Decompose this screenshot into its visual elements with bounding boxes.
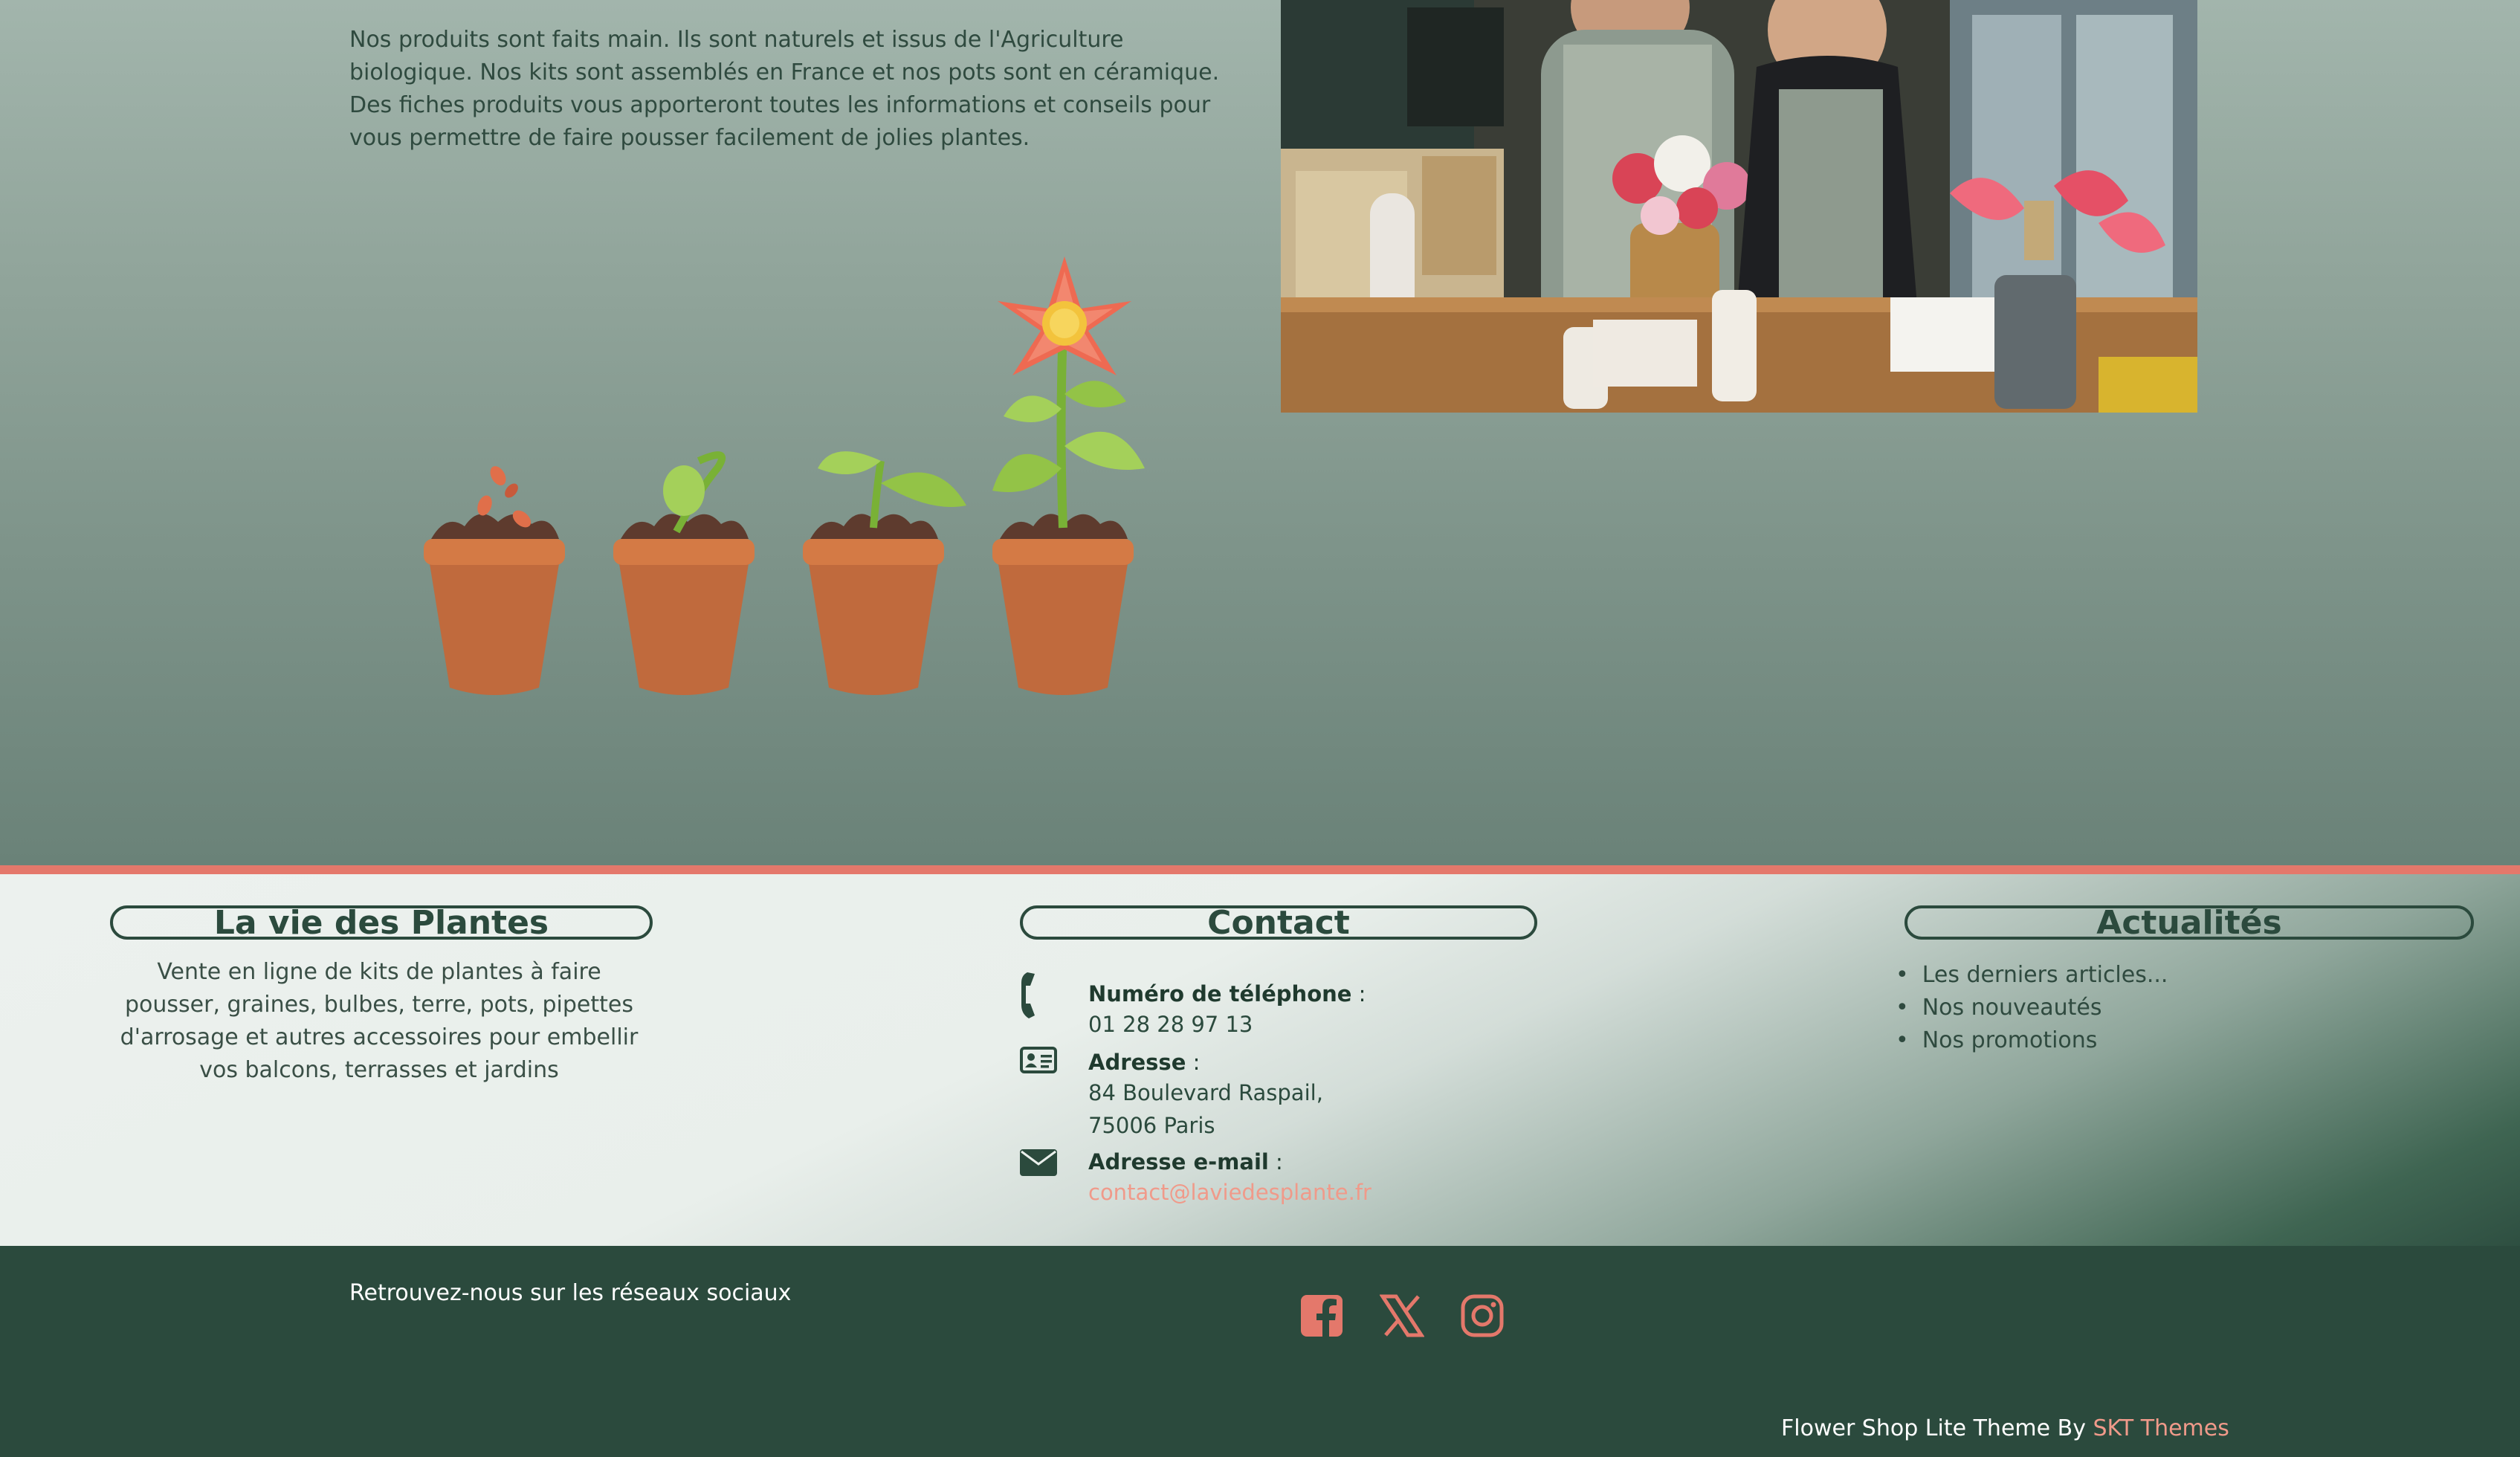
about-widget-text: Vente en ligne de kits de plantes à fair…: [120, 959, 639, 1083]
bottom-bar: Retrouvez-nous sur les réseaux sociaux F…: [0, 1246, 2520, 1457]
phone-label: Numéro de téléphone :: [1088, 981, 1366, 1007]
news-item-promotions[interactable]: Nos promotions: [1896, 1024, 2168, 1057]
intro-text: Nos produits sont faits main. Ils sont n…: [349, 24, 1227, 155]
pot-seeds: [424, 466, 565, 695]
pot-seedling: [803, 451, 966, 695]
about-widget-title: La vie des Plantes: [110, 905, 653, 940]
plant-growth-illustration: [424, 256, 1145, 695]
address-card-icon: [1020, 1047, 1057, 1073]
envelope-icon: [1020, 1149, 1057, 1176]
email-link[interactable]: contact@laviedesplante.fr: [1088, 1176, 1372, 1209]
email-label: Adresse e-mail :: [1088, 1149, 1283, 1175]
social-text: Retrouvez-nous sur les réseaux sociaux: [349, 1280, 792, 1306]
intro-paragraph-1: Nos produits sont faits main. Ils sont n…: [349, 27, 1220, 85]
address-line-1: 84 Boulevard Raspail,: [1088, 1080, 1323, 1105]
contact-widget-title: Contact: [1020, 905, 1537, 940]
news-item-latest-articles[interactable]: Les derniers articles...: [1896, 959, 2168, 992]
news-widget-title: Actualités: [1904, 905, 2474, 940]
theme-credits: Flower Shop Lite Theme By SKT Themes: [1781, 1415, 2229, 1441]
phone-icon: [1021, 972, 1035, 1018]
phone-value: 01 28 28 97 13: [1088, 1012, 1253, 1037]
credits-prefix: Flower Shop Lite Theme By: [1781, 1415, 2086, 1441]
footer-divider: [0, 865, 2520, 874]
credits-link[interactable]: SKT Themes: [2093, 1415, 2229, 1441]
pot-flower: [992, 256, 1145, 695]
hero-section: Nos produits sont faits main. Ils sont n…: [0, 0, 2520, 865]
instagram-icon[interactable]: [1460, 1293, 1505, 1338]
pot-sprout: [613, 451, 755, 695]
x-icon[interactable]: [1379, 1293, 1425, 1338]
footer-widgets: La vie des Plantes Vente en ligne de kit…: [0, 874, 2520, 1246]
news-list: Les derniers articles... Nos nouveautés …: [1896, 959, 2168, 1057]
news-item-new-products[interactable]: Nos nouveautés: [1896, 992, 2168, 1024]
address-line-2: 75006 Paris: [1088, 1113, 1215, 1138]
intro-paragraph-2: Des fiches produits vous apporteront tou…: [349, 92, 1211, 151]
address-label: Adresse :: [1088, 1050, 1201, 1075]
florist-shop-photo: [1281, 0, 2197, 413]
facebook-icon[interactable]: [1299, 1293, 1344, 1338]
